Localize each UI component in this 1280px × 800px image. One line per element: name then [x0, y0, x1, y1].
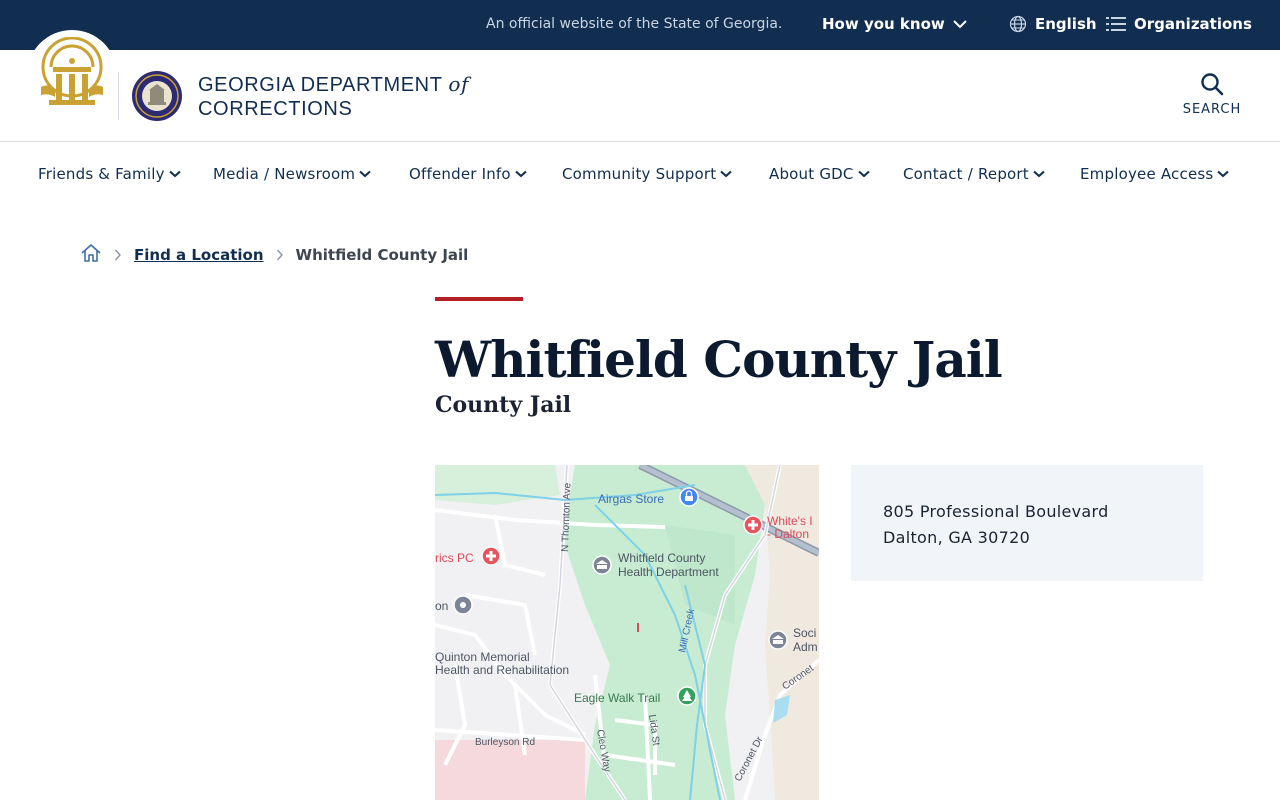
corrections-seal[interactable] — [131, 70, 183, 126]
chevron-right-icon — [276, 249, 283, 261]
nav-item-contact-report[interactable]: Contact / Report — [903, 165, 1045, 183]
chevron-right-icon — [114, 249, 121, 261]
chevron-down-icon — [720, 170, 732, 178]
list-icon — [1106, 17, 1126, 31]
chevron-down-icon — [1033, 170, 1045, 178]
nav-label: Community Support — [562, 165, 717, 183]
nav-label: Employee Access — [1080, 165, 1214, 183]
map-label-quinton-1: Quinton Memorial — [435, 650, 530, 664]
header-divider — [118, 72, 119, 120]
rics-medical-pin-icon[interactable] — [481, 546, 501, 566]
site-header: GEORGIA DEPARTMENT of CORRECTIONS SEARCH — [0, 30, 1280, 142]
chevron-down-icon — [857, 170, 870, 178]
airgas-pin-icon[interactable] — [679, 487, 699, 507]
breadcrumb-current: Whitfield County Jail — [295, 246, 469, 264]
org-name-line1: GEORGIA DEPARTMENT — [198, 74, 443, 96]
nav-item-community-support[interactable]: Community Support — [562, 165, 732, 183]
chevron-down-icon — [515, 170, 527, 178]
chevron-down-icon — [359, 170, 371, 178]
org-name[interactable]: GEORGIA DEPARTMENT of CORRECTIONS — [198, 72, 469, 121]
place-pin-icon[interactable] — [453, 595, 473, 615]
organizations-label: Organizations — [1134, 15, 1252, 33]
globe-icon — [1009, 15, 1027, 33]
official-site-text: An official website of the State of Geor… — [486, 16, 783, 32]
page-title: Whitfield County Jail — [435, 330, 1003, 389]
search-button[interactable]: SEARCH — [1178, 72, 1246, 117]
chevron-down-icon — [953, 20, 967, 29]
health-dept-pin-icon[interactable] — [592, 555, 612, 575]
title-accent-bar — [435, 297, 523, 301]
map-label-soci-1: Soci — [793, 626, 816, 640]
page-subtitle: County Jail — [435, 392, 572, 418]
nav-label: Media / Newsroom — [213, 165, 356, 183]
breadcrumb-find-location[interactable]: Find a Location — [134, 246, 264, 264]
map-label-airgas: Airgas Store — [598, 492, 664, 506]
map-label-eagle: Eagle Walk Trail — [574, 691, 660, 705]
breadcrumb: Find a Location Whitfield County Jail — [80, 242, 468, 268]
chevron-down-icon — [168, 170, 181, 178]
language-label: English — [1035, 15, 1097, 33]
org-name-of: of — [448, 72, 470, 96]
map-label-rics: rics PC — [435, 551, 474, 565]
chevron-down-icon — [1217, 170, 1230, 178]
georgia-arch-icon — [41, 37, 103, 105]
map-label-health-1: Whitfield County — [618, 551, 705, 565]
georgia-state-logo[interactable] — [27, 30, 117, 120]
map-canvas[interactable]: Airgas Store White's I - Dalton rics PC … — [435, 465, 819, 800]
map-label-whites-1: White's I — [767, 514, 813, 528]
whites-hospital-pin-icon[interactable] — [743, 515, 763, 535]
address-card: 805 Professional Boulevard Dalton, GA 30… — [851, 465, 1203, 581]
how-you-know-button[interactable]: How you know — [822, 15, 967, 33]
nav-item-employee-access[interactable]: Employee Access — [1080, 165, 1230, 183]
map-label-soci-2: Adm — [793, 640, 818, 654]
home-icon — [81, 244, 101, 262]
nav-item-media-newsroom[interactable]: Media / Newsroom — [213, 165, 371, 183]
map-label-whites-2: - Dalton — [767, 527, 809, 541]
org-name-line2: CORRECTIONS — [198, 98, 353, 120]
address-line2: Dalton, GA 30720 — [883, 528, 1031, 547]
organizations-button[interactable]: Organizations — [1106, 15, 1252, 33]
main-nav: Friends & Family Media / Newsroom Offend… — [0, 143, 1280, 205]
nav-item-offender-info[interactable]: Offender Info — [409, 165, 527, 183]
address-line1: 805 Professional Boulevard — [883, 502, 1109, 521]
language-button[interactable]: English — [1009, 15, 1097, 33]
search-label: SEARCH — [1182, 102, 1242, 117]
map-label-burleyson: Burleyson Rd — [475, 737, 535, 748]
nav-item-about-gdc[interactable]: About GDC — [769, 165, 870, 183]
map-label-health-2: Health Department — [618, 565, 719, 579]
breadcrumb-home[interactable] — [80, 242, 102, 268]
how-you-know-label: How you know — [822, 15, 945, 33]
nav-label: About GDC — [769, 165, 854, 183]
seal-icon — [132, 71, 182, 121]
soci-pin-icon[interactable] — [768, 630, 788, 650]
location-map[interactable]: Airgas Store White's I - Dalton rics PC … — [435, 465, 819, 800]
nav-label: Contact / Report — [903, 165, 1029, 183]
nav-label: Offender Info — [409, 165, 511, 183]
nav-label: Friends & Family — [38, 165, 165, 183]
official-banner: An official website of the State of Geor… — [0, 0, 1280, 50]
trail-pin-icon[interactable] — [677, 686, 697, 706]
map-label-quinton-2: Health and Rehabilitation — [435, 663, 569, 677]
search-icon — [1201, 73, 1224, 96]
map-label-on: on — [435, 599, 448, 613]
nav-item-friends-family[interactable]: Friends & Family — [38, 165, 181, 183]
